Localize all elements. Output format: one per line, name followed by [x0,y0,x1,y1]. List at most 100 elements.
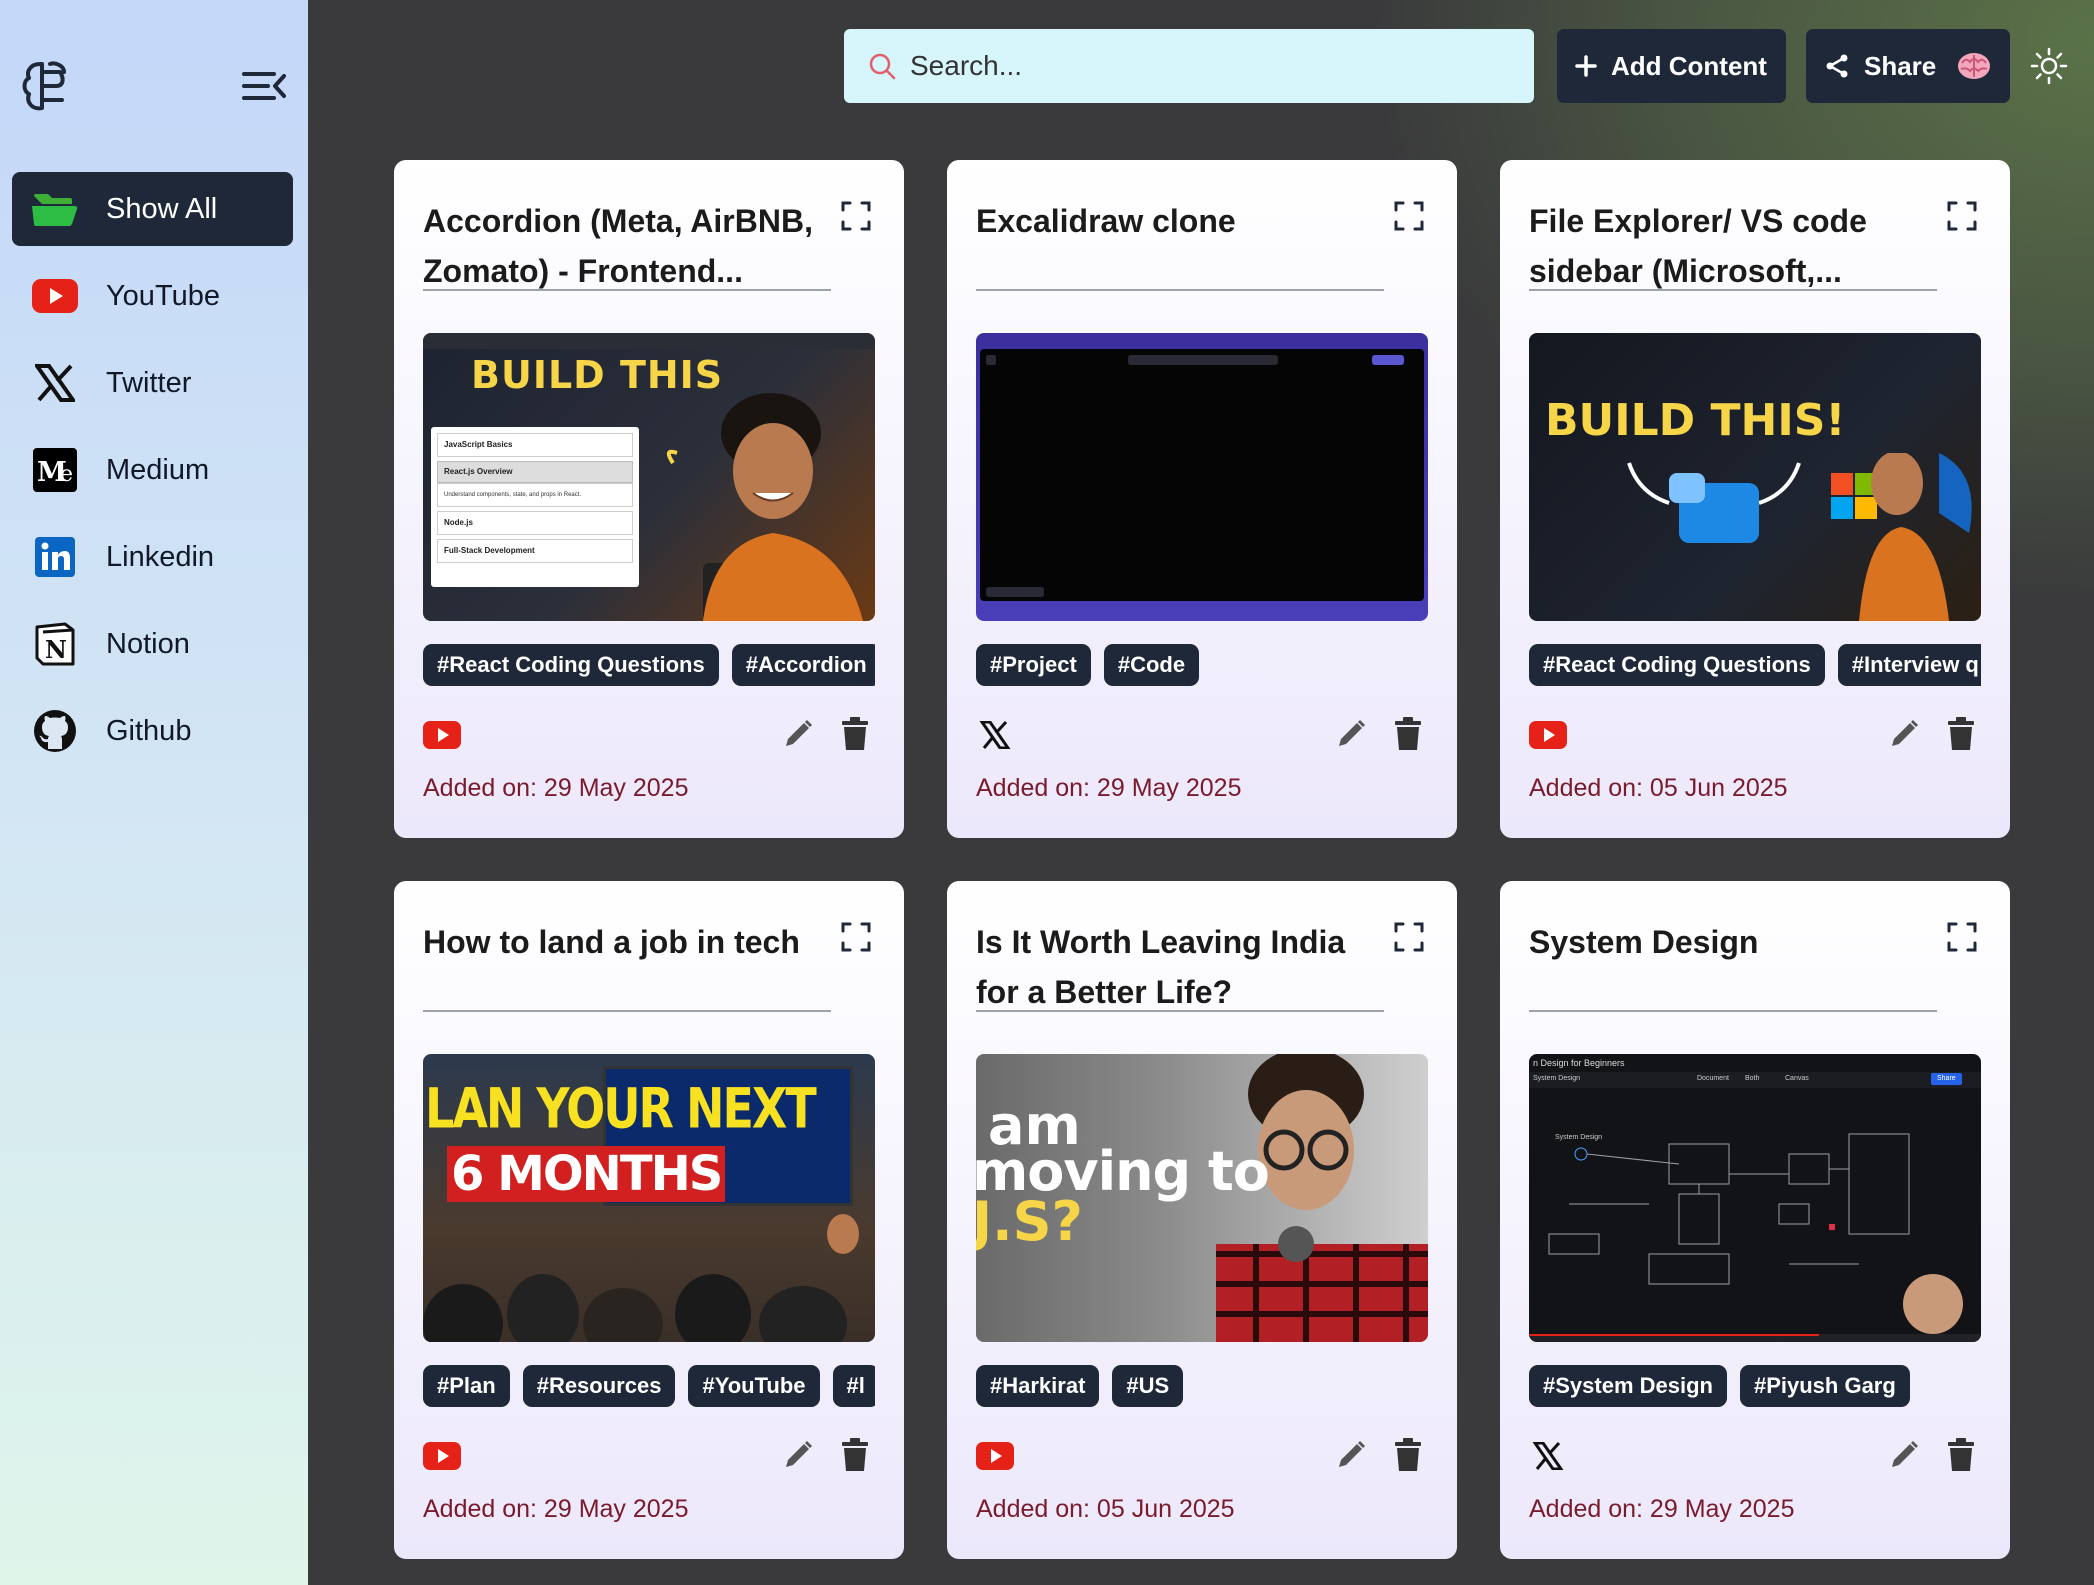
sun-icon[interactable] [2030,47,2068,85]
added-date: Added on: 29 May 2025 [423,774,689,802]
search-bar[interactable] [844,29,1534,103]
video-thumbnail[interactable]: BUILD THIS! [1529,333,1981,621]
trash-icon[interactable] [840,717,870,751]
sidebar-item-label: Linkedin [106,540,215,573]
notion-icon: N [32,621,78,667]
added-date: Added on: 29 May 2025 [976,774,1242,802]
search-input[interactable] [910,50,1510,82]
sidebar-item-github[interactable]: Github [12,694,293,768]
excalidraw-canvas [980,349,1424,601]
trash-icon[interactable] [840,1438,870,1472]
tag[interactable]: #Piyush Garg [1739,1365,1910,1407]
thumbnail-toolbar: System Design Document Both Canvas Share [1529,1072,1981,1088]
youtube-icon [32,273,78,319]
divider [423,289,831,291]
svg-text:e: e [60,462,73,487]
tag[interactable]: #Accordion [731,644,875,686]
divider [1529,1010,1937,1012]
tag[interactable]: #System Design [1529,1365,1727,1407]
divider [423,1010,831,1012]
video-thumbnail[interactable]: am moving to J.S? [976,1054,1428,1342]
tag[interactable]: #Project [976,644,1091,686]
sidebar-item-show-all[interactable]: Show All [12,172,293,246]
edit-icon[interactable] [782,718,814,750]
video-thumbnail[interactable]: BUILD THIS JavaScript Basics React.js Ov… [423,333,875,621]
tweet-media-preview[interactable]: n Design for Beginners System Design Doc… [1529,1054,1981,1342]
youtube-icon [1529,721,1567,749]
tag-list: #System Design #Piyush Garg [1529,1365,1981,1407]
folder-open-icon [32,186,78,232]
sidebar-item-label: Twitter [106,366,192,399]
edit-icon[interactable] [1888,1439,1920,1471]
tag-list: #Harkirat #US [976,1365,1428,1407]
content-card: File Explorer/ VS code sidebar (Microsof… [1500,160,2010,838]
youtube-icon [423,721,461,749]
trash-icon[interactable] [1393,1438,1423,1472]
expand-icon[interactable] [840,200,872,232]
tag[interactable]: #YouTube [688,1365,820,1407]
youtube-icon [423,1442,461,1470]
expand-icon[interactable] [1393,200,1425,232]
trash-icon[interactable] [1946,1438,1976,1472]
card-title: File Explorer/ VS code sidebar (Microsof… [1529,203,1867,289]
tag[interactable]: #US [1112,1365,1184,1407]
expand-icon[interactable] [1946,921,1978,953]
sidebar-item-linkedin[interactable]: Linkedin [12,520,293,594]
sidebar-item-label: Notion [106,627,190,660]
sidebar-item-twitter[interactable]: Twitter [12,346,293,420]
tag[interactable]: #React Coding Questions [423,644,719,686]
edit-icon[interactable] [1335,1439,1367,1471]
edit-icon[interactable] [1335,718,1367,750]
tag[interactable]: #Resources [522,1365,676,1407]
search-icon [869,53,896,80]
brain-emoji-icon [1958,53,1991,79]
thumbnail-subheadline: 6 MONTHS [447,1146,726,1202]
added-date: Added on: 05 Jun 2025 [1529,774,1788,802]
add-content-label: Add Content [1611,50,1767,81]
sidebar-item-label: Medium [106,453,210,486]
sidebar-item-youtube[interactable]: YouTube [12,259,293,333]
audience-photo [423,1214,859,1342]
system-diagram [1529,1133,1981,1342]
youtube-icon [976,1442,1014,1470]
tag[interactable]: #Interview q [1837,644,1981,686]
sidebar: Show All YouTube Twitter Me Medium Linke… [0,0,308,1585]
expand-icon[interactable] [1393,921,1425,953]
edit-icon[interactable] [1888,718,1920,750]
linkedin-icon [32,534,78,580]
x-icon [32,360,78,406]
content-card: Accordion (Meta, AirBNB, Zomato) - Front… [394,160,904,838]
tweet-media-preview[interactable] [976,333,1428,621]
collapse-sidebar-icon[interactable] [242,66,288,106]
added-date: Added on: 29 May 2025 [423,1495,689,1523]
accordion-preview: JavaScript Basics React.js Overview Unde… [431,427,639,587]
tag-list: #Project #Code [976,644,1428,686]
edit-icon[interactable] [782,1439,814,1471]
divider [976,289,1384,291]
card-title: Accordion (Meta, AirBNB, Zomato) - Front… [423,203,813,289]
brain-logo-icon[interactable] [20,58,72,114]
accordion-item: JavaScript Basics [437,433,633,457]
tag[interactable]: #Code [1103,644,1200,686]
tag[interactable]: #Harkirat [976,1365,1100,1407]
sidebar-item-notion[interactable]: N Notion [12,607,293,681]
tag[interactable]: #Plan [423,1365,510,1407]
thumbnail-tab: Canvas [1785,1075,1809,1082]
tag[interactable]: #l [832,1365,875,1407]
thumbnail-share: Share [1931,1073,1962,1085]
expand-icon[interactable] [840,921,872,953]
tag[interactable]: #React Coding Questions [1529,644,1825,686]
sidebar-item-medium[interactable]: Me Medium [12,433,293,507]
canvas-menu-button [986,355,996,365]
tag-list: #Plan #Resources #YouTube #l [423,1365,875,1407]
expand-icon[interactable] [1946,200,1978,232]
share-button[interactable]: Share [1806,29,2010,103]
video-thumbnail[interactable]: LAN YOUR NEXT 6 MONTHS [423,1054,875,1342]
share-label: Share [1864,50,1937,81]
trash-icon[interactable] [1946,717,1976,751]
thumbnail-caption: n Design for Beginners [1533,1058,1625,1068]
add-content-button[interactable]: Add Content [1557,29,1786,103]
trash-icon[interactable] [1393,717,1423,751]
thumbnail-art [1627,453,1972,621]
accordion-item: Full-Stack Development [437,539,633,563]
